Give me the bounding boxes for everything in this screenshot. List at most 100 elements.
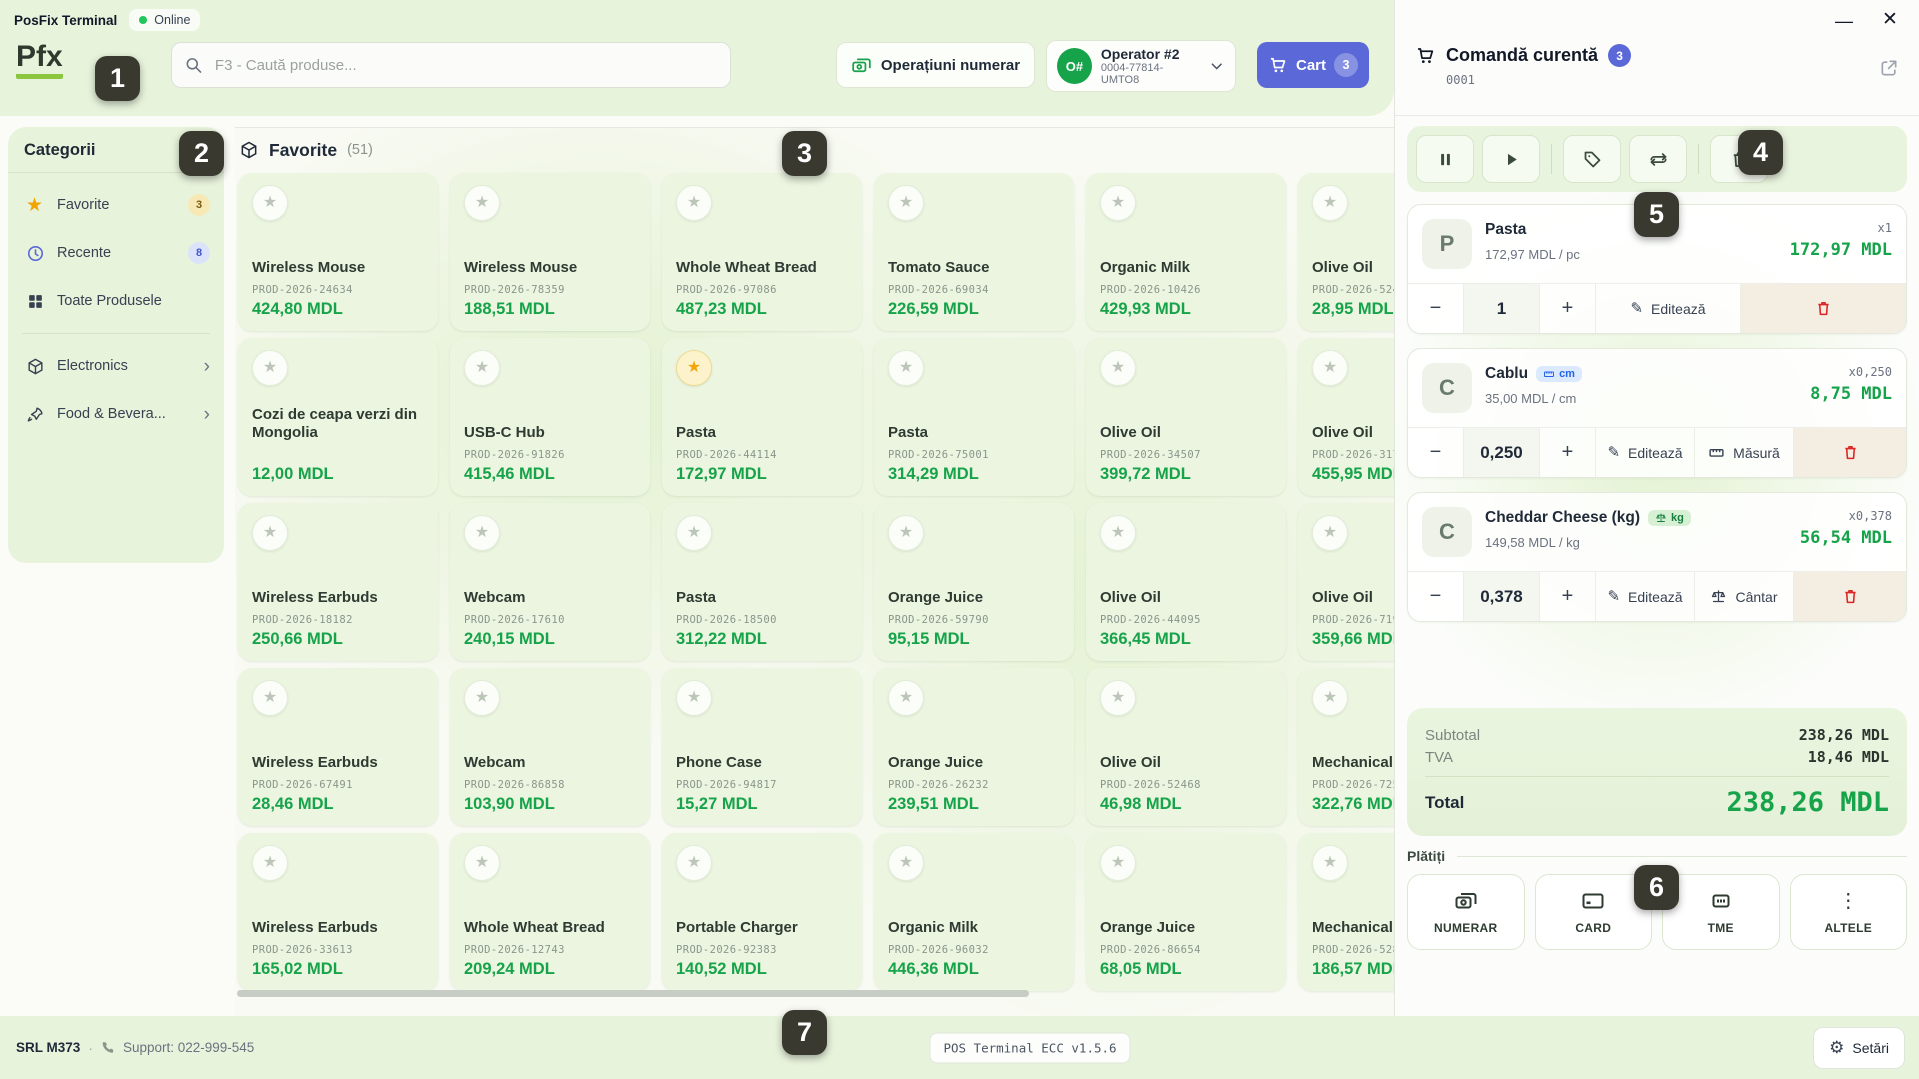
product-card[interactable]: ★ Olive Oil PROD-2026-52468 46,98 MDL (1086, 668, 1286, 826)
product-card[interactable]: ★ Orange Juice PROD-2026-26232 239,51 MD… (874, 668, 1074, 826)
edit-item-button[interactable]: ✎ Editează (1596, 428, 1695, 477)
favorite-star-button[interactable]: ★ (464, 185, 500, 221)
favorite-star-button[interactable]: ★ (1100, 845, 1136, 881)
discount-button[interactable] (1563, 135, 1621, 183)
product-card[interactable]: ★ Wireless Earbuds PROD-2026-67491 28,46… (238, 668, 438, 826)
sidebar-item-food-bevera[interactable]: Food & Bevera... › (8, 390, 224, 438)
increase-qty-button[interactable]: + (1540, 428, 1596, 477)
product-card[interactable]: ★ Cozi de ceapa verzi din Mongolia 12,00… (238, 338, 438, 496)
edit-item-button[interactable]: ✎ Editează (1596, 284, 1741, 333)
delete-item-button[interactable] (1794, 428, 1906, 477)
product-card[interactable]: ★ Portable Charger PROD-2026-92383 140,5… (662, 833, 862, 991)
sidebar-item-recente[interactable]: Recente 8 (8, 229, 224, 277)
product-card[interactable]: ★ Pasta PROD-2026-18500 312,22 MDL (662, 503, 862, 661)
delete-item-button[interactable] (1794, 572, 1906, 621)
product-card[interactable]: ★ Pasta PROD-2026-75001 314,29 MDL (874, 338, 1074, 496)
increase-qty-button[interactable]: + (1540, 572, 1596, 621)
favorite-star-button[interactable]: ★ (1312, 350, 1348, 386)
product-card[interactable]: ★ Wireless Earbuds PROD-2026-33613 165,0… (238, 833, 438, 991)
favorite-star-button[interactable]: ★ (888, 845, 924, 881)
favorite-star-button[interactable]: ★ (252, 350, 288, 386)
product-card[interactable]: ★ Olive Oil PROD-2026-52436 28,95 MDL (1298, 173, 1394, 331)
favorite-star-button[interactable]: ★ (1100, 515, 1136, 551)
product-code: PROD-2026-92383 (676, 944, 848, 956)
favorite-star-button[interactable]: ★ (1100, 350, 1136, 386)
product-card[interactable]: ★ Pasta PROD-2026-44114 172,97 MDL (662, 338, 862, 496)
product-card[interactable]: ★ Tomato Sauce PROD-2026-69034 226,59 MD… (874, 173, 1074, 331)
favorite-star-button[interactable]: ★ (676, 845, 712, 881)
favorite-star-button[interactable]: ★ (1100, 185, 1136, 221)
favorite-star-button[interactable]: ★ (252, 680, 288, 716)
decrease-qty-button[interactable]: − (1408, 428, 1464, 477)
increase-qty-button[interactable]: + (1540, 284, 1596, 333)
measure-button[interactable]: Măsură (1695, 428, 1794, 477)
horizontal-scrollbar[interactable] (237, 990, 1029, 997)
product-card[interactable]: ★ Webcam PROD-2026-86858 103,90 MDL (450, 668, 650, 826)
favorite-star-button[interactable]: ★ (464, 845, 500, 881)
product-card[interactable]: ★ Whole Wheat Bread PROD-2026-97086 487,… (662, 173, 862, 331)
product-card[interactable]: ★ Wireless Mouse PROD-2026-78359 188,51 … (450, 173, 650, 331)
favorite-star-button[interactable]: ★ (464, 515, 500, 551)
settings-button[interactable]: ⚙ Setări (1813, 1027, 1905, 1069)
tva-value: 18,46 MDL (1808, 748, 1889, 766)
favorite-star-button[interactable]: ★ (1100, 680, 1136, 716)
hold-order-button[interactable] (1416, 135, 1474, 183)
payment-method-altele[interactable]: ⋮ ALTELE (1790, 874, 1908, 950)
order-header: Comandă curentă 3 0001 (1395, 0, 1919, 116)
product-card[interactable]: ★ Olive Oil PROD-2026-44095 366,45 MDL (1086, 503, 1286, 661)
product-card[interactable]: ★ Olive Oil PROD-2026-71920 359,66 MDL (1298, 503, 1394, 661)
external-link-icon[interactable] (1879, 58, 1899, 78)
annotation-badge: 3 (782, 131, 827, 176)
product-card[interactable]: ★ Wireless Mouse PROD-2026-24634 424,80 … (238, 173, 438, 331)
product-card[interactable]: ★ Mechanical Keyboard PROD-2026-72589 32… (1298, 668, 1394, 826)
product-card[interactable]: ★ Mechanical Keyboard PROD-2026-52868 18… (1298, 833, 1394, 991)
delete-item-button[interactable] (1741, 284, 1906, 333)
decrease-qty-button[interactable]: − (1408, 284, 1464, 333)
operator-selector[interactable]: O# Operator #2 0004-77814-UMTO8 (1046, 40, 1236, 92)
sidebar-item-electronics[interactable]: Electronics › (8, 342, 224, 390)
favorite-star-button[interactable]: ★ (888, 350, 924, 386)
favorite-star-button[interactable]: ★ (252, 845, 288, 881)
product-card[interactable]: ★ Whole Wheat Bread PROD-2026-12743 209,… (450, 833, 650, 991)
resume-order-button[interactable] (1482, 135, 1540, 183)
product-card[interactable]: ★ USB-C Hub PROD-2026-91826 415,46 MDL (450, 338, 650, 496)
product-card[interactable]: ★ Olive Oil PROD-2026-34507 399,72 MDL (1086, 338, 1286, 496)
favorite-star-button[interactable]: ★ (676, 515, 712, 551)
decrease-qty-button[interactable]: − (1408, 572, 1464, 621)
product-card[interactable]: ★ Organic Milk PROD-2026-10426 429,93 MD… (1086, 173, 1286, 331)
search-input[interactable] (213, 56, 718, 75)
measure-button[interactable]: Cântar (1695, 572, 1794, 621)
payment-method-label: CARD (1575, 921, 1611, 935)
product-card[interactable]: ★ Orange Juice PROD-2026-86654 68,05 MDL (1086, 833, 1286, 991)
edit-item-button[interactable]: ✎ Editează (1596, 572, 1695, 621)
favorite-star-button[interactable]: ★ (888, 515, 924, 551)
payment-method-numerar[interactable]: NUMERAR (1407, 874, 1525, 950)
ruler-icon (1708, 444, 1725, 461)
cash-operations-button[interactable]: Operațiuni numerar (836, 42, 1035, 88)
favorite-star-button[interactable]: ★ (1312, 515, 1348, 551)
product-card[interactable]: ★ Olive Oil PROD-2026-31770 455,95 MDL (1298, 338, 1394, 496)
favorite-star-button[interactable]: ★ (888, 185, 924, 221)
product-card[interactable]: ★ Orange Juice PROD-2026-59790 95,15 MDL (874, 503, 1074, 661)
product-card[interactable]: ★ Organic Milk PROD-2026-96032 446,36 MD… (874, 833, 1074, 991)
favorite-star-button[interactable]: ★ (676, 350, 712, 386)
favorite-star-button[interactable]: ★ (464, 680, 500, 716)
product-card[interactable]: ★ Wireless Earbuds PROD-2026-18182 250,6… (238, 503, 438, 661)
favorite-star-button[interactable]: ★ (676, 185, 712, 221)
sidebar-item-favorite[interactable]: ★ Favorite 3 (8, 181, 224, 229)
favorite-star-button[interactable]: ★ (464, 350, 500, 386)
favorite-star-button[interactable]: ★ (252, 185, 288, 221)
favorite-star-button[interactable]: ★ (1312, 185, 1348, 221)
sidebar-item-toate-produsele[interactable]: Toate Produsele (8, 277, 224, 325)
favorite-star-button[interactable]: ★ (1312, 680, 1348, 716)
product-card[interactable]: ★ Webcam PROD-2026-17610 240,15 MDL (450, 503, 650, 661)
swap-order-button[interactable] (1629, 135, 1687, 183)
favorite-star-button[interactable]: ★ (252, 515, 288, 551)
cart-button[interactable]: Cart 3 (1257, 42, 1369, 88)
search-box[interactable] (171, 42, 731, 88)
payment-method-tme[interactable]: TME (1662, 874, 1780, 950)
favorite-star-button[interactable]: ★ (676, 680, 712, 716)
favorite-star-button[interactable]: ★ (888, 680, 924, 716)
product-card[interactable]: ★ Phone Case PROD-2026-94817 15,27 MDL (662, 668, 862, 826)
favorite-star-button[interactable]: ★ (1312, 845, 1348, 881)
